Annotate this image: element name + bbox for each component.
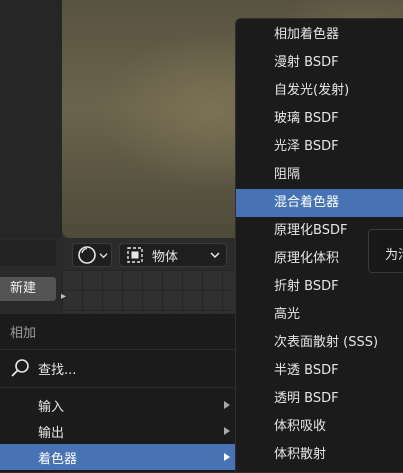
chevron-right-icon[interactable]: ▸ (61, 291, 66, 302)
object-icon (127, 247, 143, 263)
shader-item-subsurface-scattering[interactable]: 次表面散射 (SSS) (236, 329, 403, 357)
tooltip-text: 为活 (385, 248, 403, 263)
shader-item-refraction-bsdf[interactable]: 折射 BSDF (236, 273, 403, 301)
shader-item-translucent-bsdf[interactable]: 半透 BSDF (236, 357, 403, 385)
shader-item-volume-scatter[interactable]: 体积散射 (236, 441, 403, 469)
submenu-arrow-icon (224, 453, 230, 461)
chevron-down-icon (210, 252, 220, 259)
search-menu-item[interactable]: 查找... (10, 356, 210, 380)
shader-item-transparent-bsdf[interactable]: 透明 BSDF (236, 385, 403, 413)
shader-item-emission[interactable]: 自发光(发射) (236, 77, 403, 105)
add-menu-title: 相加 (10, 326, 37, 341)
sphere-icon (77, 246, 96, 264)
menu-item-shader[interactable]: 着色器 (0, 444, 238, 470)
shader-item-holdout[interactable]: 阻隔 (236, 161, 403, 189)
submenu-arrow-icon (224, 401, 230, 409)
shader-item-specular[interactable]: 高光 (236, 301, 403, 329)
left-editor-area (0, 0, 62, 238)
chevron-down-icon (98, 252, 108, 258)
search-icon (11, 359, 29, 377)
menu-item-output[interactable]: 输出 (0, 418, 238, 444)
submenu-arrow-icon (224, 427, 230, 435)
menu-item-label: 着色器 (38, 451, 78, 467)
shader-item-add-shader[interactable]: 相加着色器 (236, 21, 403, 49)
menu-divider (0, 387, 238, 388)
menu-item-label: 输出 (38, 425, 65, 441)
shader-item-diffuse-bsdf[interactable]: 漫射 BSDF (236, 49, 403, 77)
shader-item-glass-bsdf[interactable]: 玻璃 BSDF (236, 105, 403, 133)
menu-item-input[interactable]: 输入 (0, 392, 238, 418)
shader-item-volume-absorption[interactable]: 体积吸收 (236, 413, 403, 441)
object-type-dropdown[interactable]: 物体 (119, 243, 227, 267)
properties-tab-strip (0, 240, 56, 266)
menu-divider (0, 349, 238, 350)
search-label: 查找... (38, 362, 77, 378)
shader-item-glossy-bsdf[interactable]: 光泽 BSDF (236, 133, 403, 161)
menu-item-label: 输入 (38, 399, 65, 415)
shading-mode-dropdown[interactable] (72, 243, 112, 267)
new-material-button[interactable]: 新建 (0, 277, 56, 301)
tooltip: 为活 (368, 229, 403, 273)
shader-item-mix-shader[interactable]: 混合着色器 (236, 189, 403, 217)
object-type-label: 物体 (152, 249, 179, 265)
